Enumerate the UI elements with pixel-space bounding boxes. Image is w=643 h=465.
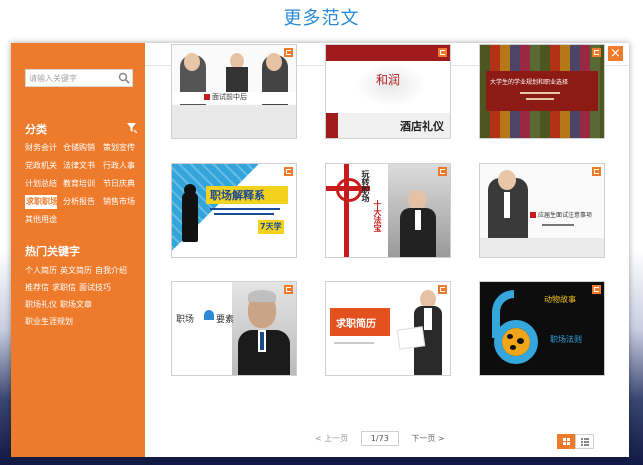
thumbnail-title: 求职简历 [336,319,376,330]
hot-keyword[interactable]: 推荐信 [25,281,49,295]
template-card[interactable]: 玩转职场 十大法宝 [325,163,451,258]
category-item[interactable]: 计划总结 [25,177,63,191]
p-badge-icon [592,48,601,57]
hot-keyword[interactable]: 自我介绍 [95,264,127,278]
template-card[interactable]: 和润 酒店礼仪 [325,44,451,139]
category-item-selected[interactable]: 求职职场 [25,195,58,209]
page-heading: 更多范文 [283,8,360,29]
p-badge-icon [284,48,293,57]
grid-view-button[interactable] [557,434,576,449]
template-card[interactable]: 动物故事 职场法则 [479,281,605,376]
view-toggle [557,431,594,450]
prev-page-button[interactable]: < 上一页 [315,433,348,444]
list-view-button[interactable] [575,434,594,449]
page-indicator[interactable]: 1/73 [360,431,399,446]
p-badge-icon [592,285,601,294]
category-item[interactable]: 财务会计 [25,141,63,155]
category-list: 财务会计 仓储购销 策划宣传 党政机关 法律文书 行政人事 计划总结 教育培训 … [25,141,145,227]
next-page-button[interactable]: 下一页 > [411,433,444,444]
category-item[interactable]: 教育培训 [63,177,103,191]
hot-keyword-list: 个人简历 英文简历 自我介绍 推荐信 求职信 面试技巧 职场礼仪 职场文章 职业… [25,264,145,329]
template-card[interactable]: 求职简历 [325,281,451,376]
template-card[interactable]: 应届生面试注意事项 [479,163,605,258]
thumbnail-title: 职场 [176,315,195,325]
thumbnail-subtitle: 7天学 [260,222,282,231]
template-card[interactable]: 面试前中后 [171,44,297,139]
category-item[interactable]: 其他用途 [25,213,63,227]
template-grid: 面试前中后 和润 酒店礼仪 大学生的学业规划和职业选择 职场解释系 7天学 玩转… [160,44,605,379]
thumbnail-title: 应届生面试注意事项 [538,212,593,219]
thumbnail-title: 玩转职场 [361,170,370,202]
search-input[interactable] [29,71,113,85]
search-box[interactable] [25,69,133,87]
hot-keyword[interactable]: 英文简历 [60,264,92,278]
category-item[interactable]: 策划宣传 [103,141,141,155]
hot-keyword[interactable]: 职场礼仪 [25,298,57,312]
p-badge-icon [438,167,447,176]
close-button[interactable]: × [608,46,623,61]
p-badge-icon [438,285,447,294]
template-card[interactable]: 职场 要素 [171,281,297,376]
thumbnail-title: 面试前中后 [212,93,247,101]
hot-keyword[interactable]: 职场文章 [60,298,92,312]
search-icon[interactable] [118,72,130,84]
category-item[interactable]: 节日庆典 [103,177,141,191]
p-badge-icon [438,48,447,57]
pagination: < 上一页 1/73 下一页 > [315,431,445,446]
template-card[interactable]: 大学生的学业规划和职业选择 [479,44,605,139]
thumbnail-title: 动物故事 [544,295,576,304]
category-item[interactable]: 仓储购销 [63,141,103,155]
hot-keyword[interactable]: 面试技巧 [79,281,111,295]
category-item[interactable]: 分析报告 [63,195,103,209]
grid-view-icon [563,438,570,445]
category-item[interactable]: 行政人事 [103,159,141,173]
thumbnail-subtitle: 要素 [216,315,235,325]
thumbnail-title: 大学生的学业规划和职业选择 [490,79,569,86]
filter-icon[interactable] [127,123,137,133]
category-title: 分类 [25,123,47,136]
category-item[interactable]: 法律文书 [63,159,103,173]
category-item[interactable]: 党政机关 [25,159,63,173]
template-card[interactable]: 职场解释系 7天学 [171,163,297,258]
thumbnail-title: 和润 [376,73,401,87]
hot-keyword[interactable]: 求职信 [52,281,76,295]
thumbnail-title: 职场解释系 [210,189,265,202]
hot-keywords-title: 热门关键字 [25,245,80,258]
p-badge-icon [284,167,293,176]
p-badge-icon [284,285,293,294]
sidebar: 分类 财务会计 仓储购销 策划宣传 党政机关 法律文书 行政人事 计划总结 教育… [11,43,145,457]
list-view-icon [581,438,589,446]
thumbnail-subtitle: 职场法则 [550,335,582,344]
hot-keyword[interactable]: 职业生涯规划 [25,315,73,329]
hot-keyword[interactable]: 个人简历 [25,264,57,278]
thumbnail-subtitle: 酒店礼仪 [400,120,444,133]
thumbnail-subtitle: 十大法宝 [373,200,382,232]
category-item[interactable]: 销售市场 [103,195,141,209]
p-badge-icon [592,167,601,176]
